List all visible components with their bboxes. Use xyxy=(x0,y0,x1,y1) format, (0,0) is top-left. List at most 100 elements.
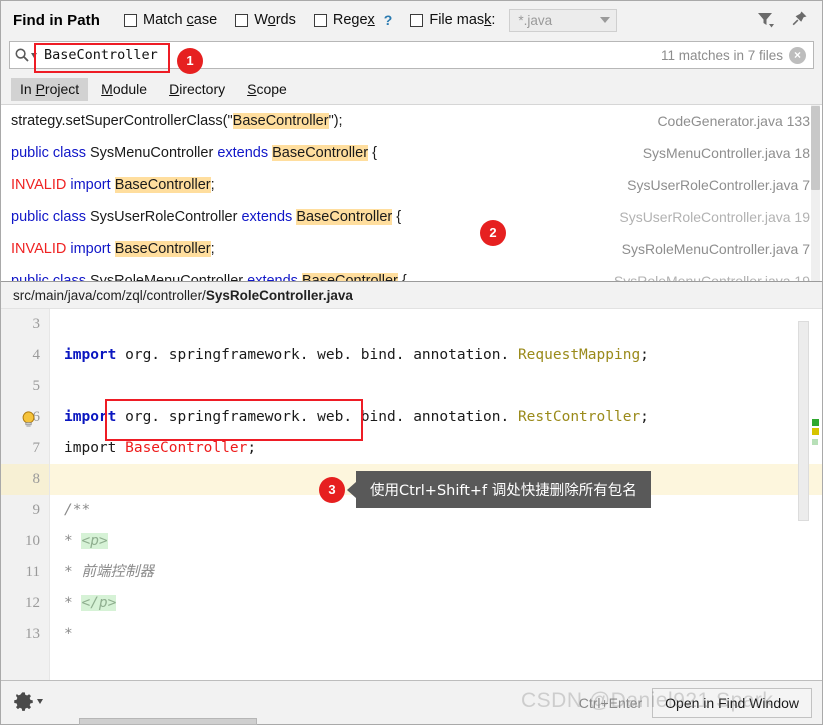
result-code-text: INVALID import BaseController; xyxy=(11,241,608,257)
callout-badge-3: 3 xyxy=(319,476,345,503)
editor-scrollbar-thumb[interactable] xyxy=(798,321,809,521)
code-segment: public class xyxy=(11,209,90,225)
code-segment: extends xyxy=(241,209,297,225)
header-icon-group xyxy=(756,10,814,31)
line-number: 4 xyxy=(32,347,41,363)
code-token: RequestMapping xyxy=(517,347,641,363)
code-segment: extends xyxy=(247,273,302,281)
code-token: /** xyxy=(64,502,91,518)
table-row[interactable]: public class SysUserRoleController exten… xyxy=(1,201,822,233)
code-token: ; xyxy=(640,347,649,363)
tab-in-project[interactable]: In Project xyxy=(11,78,89,101)
gear-chevron-icon[interactable] xyxy=(37,698,43,719)
code-line[interactable]: * <p> xyxy=(50,526,822,557)
open-in-find-window-button[interactable]: Open in Find Window xyxy=(652,687,812,718)
code-segment: SysRoleMenuController xyxy=(89,273,248,281)
match-case-option[interactable]: Match case xyxy=(124,12,217,28)
result-code-text: public class SysRoleMenuController exten… xyxy=(11,273,600,281)
code-line[interactable]: import BaseController; xyxy=(50,433,822,464)
match-highlight: BaseController xyxy=(232,113,329,129)
code-token: * xyxy=(64,595,82,611)
code-segment: ; xyxy=(210,241,215,257)
match-highlight: BaseController xyxy=(296,209,393,225)
search-options-group: Match case Words Regex ? File mask: *.ja… xyxy=(124,8,618,32)
code-segment: public class xyxy=(11,273,90,281)
annotation-tooltip: 3 使用Ctrl+Shift+f 调处快捷删除所有包名 xyxy=(319,471,651,508)
regex-checkbox[interactable] xyxy=(313,13,327,27)
file-mask-checkbox[interactable] xyxy=(410,13,424,27)
search-icon[interactable] xyxy=(10,47,40,63)
match-case-label: Match case xyxy=(143,12,218,28)
table-row[interactable]: INVALID import BaseController; SysRoleMen… xyxy=(1,233,822,265)
code-segment: SysUserRoleController xyxy=(89,209,242,225)
code-token: * xyxy=(64,626,73,642)
code-line[interactable] xyxy=(50,371,822,402)
file-mask-option[interactable]: File mask: *.java xyxy=(410,8,618,32)
regex-help-icon[interactable]: ? xyxy=(384,12,393,28)
match-highlight: BaseController xyxy=(114,177,211,193)
filter-icon[interactable] xyxy=(756,10,774,31)
code-segment: { xyxy=(392,209,402,225)
result-file-label: CodeGenerator.java 133 xyxy=(657,113,810,129)
results-scrollbar-thumb[interactable] xyxy=(811,106,820,190)
code-segment: INVALID xyxy=(11,241,71,257)
search-input[interactable]: BaseController xyxy=(40,47,661,63)
code-line[interactable] xyxy=(50,309,822,340)
dialog-header: Find in Path Match case Words Regex ? Fi… xyxy=(1,1,822,39)
code-token: </p> xyxy=(81,595,117,611)
code-line[interactable]: * 前端控制器 xyxy=(50,557,822,588)
file-mask-select[interactable]: *.java xyxy=(509,8,618,32)
table-row[interactable]: strategy.setSuperControllerClass("BaseCo… xyxy=(1,105,822,137)
regex-option[interactable]: Regex ? xyxy=(313,12,393,28)
line-number: 3 xyxy=(32,316,41,332)
search-history-chevron-icon[interactable] xyxy=(30,52,37,58)
code-segment: import xyxy=(70,241,115,257)
match-case-checkbox[interactable] xyxy=(124,13,138,27)
words-checkbox[interactable] xyxy=(235,13,249,27)
code-token: BaseController xyxy=(125,440,248,456)
marker-yellow-icon xyxy=(812,428,819,435)
breadcrumb: src/main/java/com/zql/controller/SysRole… xyxy=(1,281,822,308)
chevron-down-icon xyxy=(600,17,611,23)
line-number: 7 xyxy=(32,440,41,456)
code-line[interactable]: import org. springframework. web. bind. … xyxy=(50,340,822,371)
tab-module[interactable]: Module xyxy=(92,78,156,101)
taskbar-stub xyxy=(79,718,257,725)
gear-icon[interactable] xyxy=(13,691,43,719)
scope-tabs: In Project Module Directory Scope xyxy=(1,75,822,104)
tab-scope[interactable]: Scope xyxy=(238,78,296,101)
table-row[interactable]: public class SysMenuController extends B… xyxy=(1,137,822,169)
code-segment: { xyxy=(397,273,407,281)
table-row[interactable]: public class SysRoleMenuController exten… xyxy=(1,265,822,281)
file-mask-label: File mask: xyxy=(429,12,496,28)
code-line[interactable]: * xyxy=(50,619,822,650)
line-number: 9 xyxy=(32,502,41,518)
line-number: 11 xyxy=(25,564,40,580)
match-highlight: BaseController xyxy=(114,241,211,257)
breadcrumb-path: src/main/java/com/zql/controller/ xyxy=(13,287,206,303)
line-number-gutter: 3 4 5 6 7 8 9 10 11 12 13 xyxy=(1,309,50,680)
line-number: 10 xyxy=(25,533,40,549)
code-segment: extends xyxy=(217,145,273,161)
code-segment: public class xyxy=(11,145,90,161)
search-field[interactable]: BaseController 11 matches in 7 files × xyxy=(9,41,814,69)
matches-count-label: 11 matches in 7 files xyxy=(660,47,783,63)
table-row[interactable]: INVALID import BaseController; SysUserRol… xyxy=(1,169,822,201)
code-token: org. springframework. web. bind. annotat… xyxy=(125,409,518,425)
code-segment: INVALID xyxy=(11,177,71,193)
code-segment: SysMenuController xyxy=(89,145,218,161)
clear-search-button[interactable]: × xyxy=(789,46,806,64)
code-line[interactable]: * </p> xyxy=(50,588,822,619)
words-label: Words xyxy=(254,12,296,28)
code-segment: { xyxy=(368,145,377,161)
code-token: * xyxy=(64,533,82,549)
intention-bulb-icon[interactable] xyxy=(21,411,36,431)
marker-green-icon xyxy=(812,419,819,426)
code-line[interactable]: import org. springframework. web. bind. … xyxy=(50,402,822,433)
tooltip-text: 使用Ctrl+Shift+f 调处快捷删除所有包名 xyxy=(356,471,651,508)
search-results-list[interactable]: strategy.setSuperControllerClass("BaseCo… xyxy=(1,104,822,281)
regex-label: Regex xyxy=(332,12,375,28)
pin-icon[interactable] xyxy=(790,10,808,31)
tab-directory[interactable]: Directory xyxy=(160,78,234,101)
words-option[interactable]: Words xyxy=(235,12,296,28)
